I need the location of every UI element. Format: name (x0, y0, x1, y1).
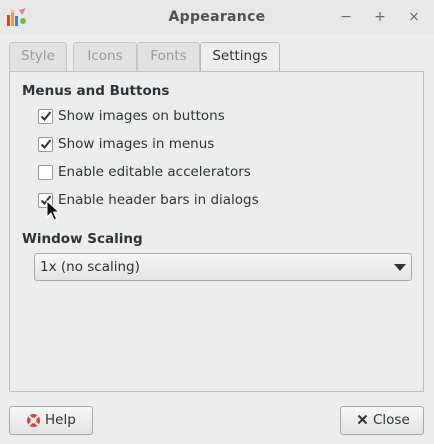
chevron-down-icon (394, 264, 406, 271)
close-window-button[interactable]: × (404, 7, 424, 27)
tab-style[interactable]: Style (9, 42, 67, 71)
maximize-button[interactable]: + (370, 7, 390, 27)
close-icon (357, 414, 368, 425)
help-label: Help (45, 412, 76, 428)
window-scaling-dropdown[interactable]: 1x (no scaling) (34, 253, 412, 281)
window-scaling-heading: Window Scaling (22, 231, 143, 247)
lifebuoy-icon (27, 414, 40, 427)
header-bars-dialogs-label: Enable header bars in dialogs (58, 192, 259, 208)
editable-accelerators-checkbox[interactable] (38, 165, 53, 180)
checkmark-icon (40, 111, 52, 121)
window-scaling-value: 1x (no scaling) (40, 259, 140, 275)
title-bar[interactable]: Appearance − + × (0, 0, 434, 34)
minimize-button[interactable]: − (336, 7, 356, 27)
help-button[interactable]: Help (9, 406, 93, 435)
show-images-buttons-label: Show images on buttons (58, 108, 225, 124)
show-images-buttons-checkbox[interactable] (38, 109, 53, 124)
close-label: Close (373, 412, 410, 428)
show-images-menus-label: Show images in menus (58, 136, 215, 152)
appearance-window: Appearance − + × Style Icons Fonts Setti… (0, 0, 434, 444)
editable-accelerators-label: Enable editable accelerators (58, 164, 251, 180)
checkmark-icon (40, 139, 52, 149)
mouse-pointer-icon (46, 200, 60, 221)
tab-icons[interactable]: Icons (73, 42, 137, 71)
tab-settings[interactable]: Settings (200, 42, 280, 72)
close-button[interactable]: Close (340, 406, 424, 435)
window-title: Appearance (168, 9, 266, 25)
tab-fonts[interactable]: Fonts (137, 42, 200, 71)
menus-buttons-heading: Menus and Buttons (22, 83, 170, 99)
show-images-menus-checkbox[interactable] (38, 137, 53, 152)
